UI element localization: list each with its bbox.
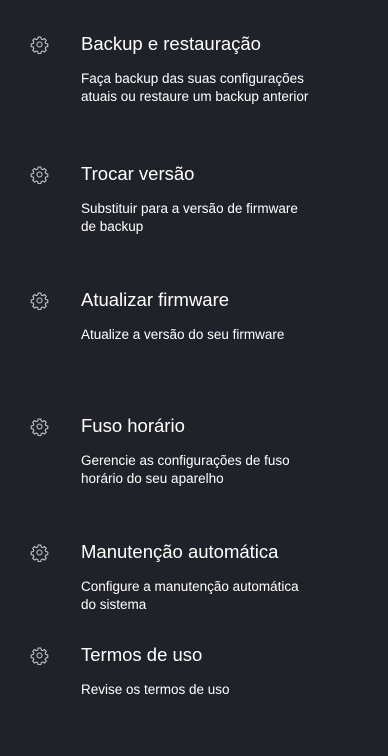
gear-icon (30, 543, 49, 562)
menu-item-title: Trocar versão (81, 163, 195, 184)
gear-icon (30, 291, 49, 310)
gear-icon (30, 35, 49, 54)
menu-item-title: Backup e restauração (81, 33, 261, 54)
gear-icon (30, 417, 49, 436)
menu-item-title: Fuso horário (81, 415, 185, 436)
gear-icon (30, 165, 49, 184)
gear-icon (30, 646, 49, 665)
menu-item-description: Configure a manutenção automática do sis… (81, 579, 299, 612)
menu-item-description: Revise os termos de uso (81, 682, 230, 697)
menu-item-description: Faça backup das suas configurações atuai… (81, 71, 309, 104)
menu-item-description: Atualize a versão do seu firmware (81, 327, 285, 342)
settings-menu: Backup e restauração Faça backup das sua… (0, 0, 388, 756)
menu-item-title: Termos de uso (81, 644, 203, 665)
menu-item-description: Gerencie as configurações de fuso horári… (81, 453, 290, 486)
menu-item-description: Substituir para a versão de firmware de … (81, 201, 298, 234)
menu-item-title: Atualizar firmware (81, 289, 230, 310)
menu-item-title: Manutenção automática (81, 541, 279, 562)
